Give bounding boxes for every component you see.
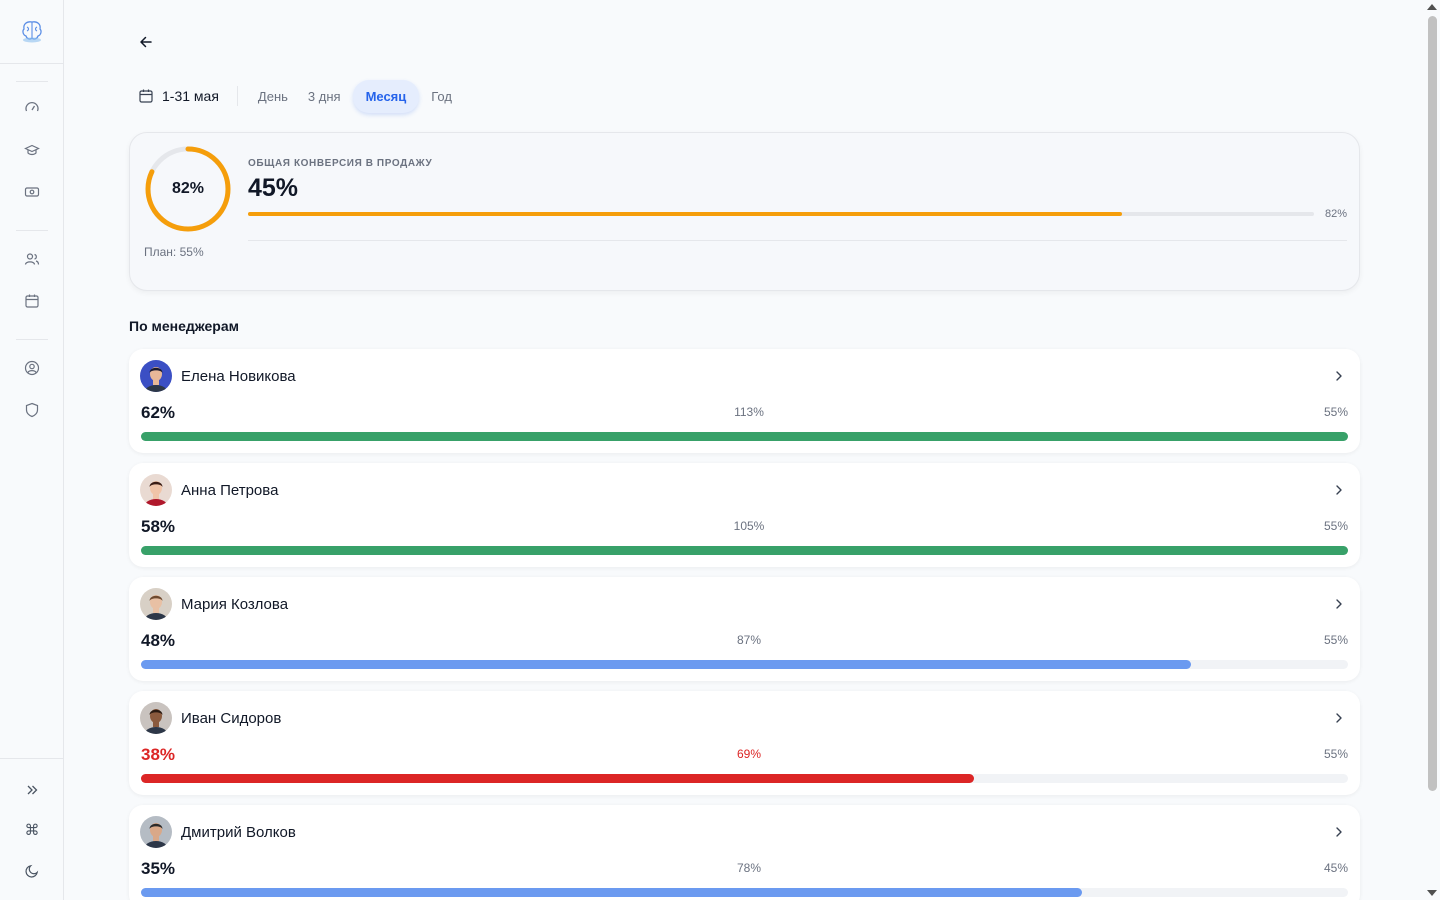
manager-plan: 55% [1323,519,1348,533]
date-range-label: 1-31 мая [162,88,219,104]
avatar [140,588,172,620]
period-selector: 1-31 мая День 3 дня Месяц Год [138,79,460,113]
manager-conversion: 62% [141,403,176,422]
manager-conversion: 38% [141,745,176,764]
arrow-left-icon [140,36,152,48]
manager-card[interactable]: Елена Новикова 62% 113% 55% [129,349,1360,453]
manager-progress-fill [141,432,1348,441]
avatar [140,816,172,848]
scrollbar[interactable] [1424,0,1440,900]
manager-name: Дмитрий Волков [181,824,296,841]
manager-conversion: 58% [141,517,176,536]
avatar [140,702,172,734]
manager-name: Мария Козлова [181,596,289,613]
manager-conversion: 35% [141,859,176,878]
period-tabs: День 3 дня Месяц Год [250,79,460,113]
speedometer-icon[interactable] [20,96,44,120]
manager-progress-fill [141,660,1192,669]
chevron-right-icon[interactable] [1330,823,1348,841]
manager-name: Иван Сидоров [181,710,282,727]
manager-progress-track [141,660,1348,669]
users-icon[interactable] [20,247,44,271]
manager-plan: 55% [1323,747,1348,761]
user-circle-icon[interactable] [20,356,44,380]
manager-name: Анна Петрова [181,482,279,499]
manager-plan-completion: 69% [736,747,762,761]
calendar-icon [139,89,153,103]
summary-caption: ОБЩАЯ КОНВЕРСИЯ В ПРОДАЖУ [248,158,433,169]
back-button[interactable] [136,32,156,52]
manager-plan-completion: 78% [736,861,762,875]
manager-progress-fill [141,888,1083,897]
summary-divider [248,240,1347,241]
sidebar-divider [16,81,48,82]
chevrons-right-icon[interactable] [20,778,44,802]
manager-plan-completion: 113% [734,405,764,419]
ring-label: 82% [171,180,205,197]
date-range-picker[interactable]: 1-31 мая [138,86,238,106]
manager-plan: 55% [1323,633,1348,647]
manager-card[interactable]: Дмитрий Волков 35% 78% 45% [129,805,1360,900]
period-tab[interactable]: Год [423,82,460,111]
avatar [140,474,172,506]
command-icon[interactable]: ⌘ [20,818,44,842]
summary-progress-track [248,212,1314,216]
moon-icon[interactable] [20,858,44,882]
shield-icon[interactable] [20,398,44,422]
manager-progress-track [141,774,1348,783]
scroll-thumb[interactable] [1428,16,1437,791]
manager-card[interactable]: Анна Петрова 58% 105% 55% [129,463,1360,567]
managers-section-title: По менеджерам [129,318,239,334]
period-tab[interactable]: 3 дня [300,82,349,111]
scroll-down-arrow[interactable] [1427,890,1437,896]
manager-progress-fill [141,774,974,783]
chevron-right-icon[interactable] [1330,709,1348,727]
brain-logo-icon[interactable] [0,0,64,64]
manager-plan-completion: 87% [736,633,762,647]
period-tab[interactable]: Месяц [352,79,420,113]
manager-plan: 45% [1323,861,1348,875]
summary-progress-fill [248,212,1123,216]
summary-value: 45% [248,174,299,202]
manager-progress-track [141,432,1348,441]
manager-progress-track [141,888,1348,897]
avatar [140,360,172,392]
manager-progress-track [141,546,1348,555]
manager-card[interactable]: Мария Козлова 48% 87% 55% [129,577,1360,681]
graduation-cap-icon[interactable] [20,138,44,162]
calendar-icon[interactable] [20,289,44,313]
chevron-right-icon[interactable] [1330,367,1348,385]
sidebar: ⌘ [0,0,64,900]
summary-progress-label: 82% [1324,208,1347,220]
chevron-right-icon[interactable] [1330,481,1348,499]
chevron-right-icon[interactable] [1330,595,1348,613]
manager-plan-completion: 105% [733,519,765,533]
sidebar-divider [0,758,64,759]
manager-conversion: 48% [141,631,176,650]
money-icon[interactable] [20,180,44,204]
manager-name: Елена Новикова [181,368,296,385]
sidebar-divider [16,230,48,231]
scroll-up-arrow[interactable] [1427,4,1437,10]
summary-plan: План: 55% [144,245,204,259]
manager-plan: 55% [1323,405,1348,419]
sidebar-divider [16,339,48,340]
manager-progress-fill [141,546,1348,555]
conversion-summary-card: 82% ОБЩАЯ КОНВЕРСИЯ В ПРОДАЖУ 45% 82% Пл… [129,132,1360,291]
period-tab[interactable]: День [250,82,296,111]
manager-card[interactable]: Иван Сидоров 38% 69% 55% [129,691,1360,795]
